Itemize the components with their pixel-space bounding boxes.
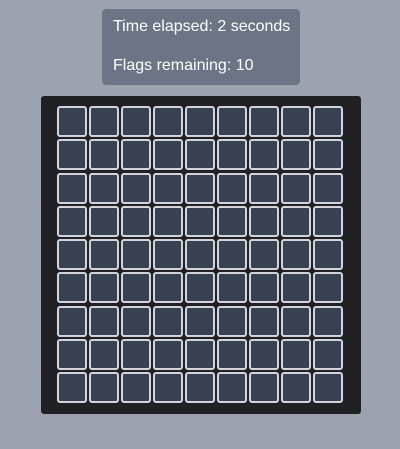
board-cell[interactable] <box>249 139 279 171</box>
board-cell[interactable] <box>281 338 311 370</box>
board-cell[interactable] <box>249 338 279 370</box>
board-cell[interactable] <box>217 272 247 304</box>
board-cell[interactable] <box>121 239 151 270</box>
board-cell[interactable] <box>153 239 183 270</box>
board-cell[interactable] <box>281 139 311 171</box>
board-cell[interactable] <box>89 338 119 370</box>
board-cell[interactable] <box>249 272 279 304</box>
board-cell[interactable] <box>281 272 311 304</box>
board-cell[interactable] <box>153 272 183 304</box>
board-cell[interactable] <box>153 139 183 171</box>
board-cell[interactable] <box>313 172 343 204</box>
board-cell[interactable] <box>153 338 183 370</box>
board-cell[interactable] <box>89 139 119 171</box>
board-cell[interactable] <box>153 106 183 137</box>
board-cell[interactable] <box>185 305 215 337</box>
board-cell[interactable] <box>153 372 183 403</box>
board-cell[interactable] <box>281 106 311 137</box>
board-cell[interactable] <box>185 372 215 403</box>
board-cell[interactable] <box>57 205 87 237</box>
board-cell[interactable] <box>313 338 343 370</box>
board-cell[interactable] <box>249 305 279 337</box>
time-elapsed-text: Time elapsed: 2 seconds <box>113 18 291 35</box>
board-cell[interactable] <box>57 305 87 337</box>
board-cell[interactable] <box>217 239 247 270</box>
board-cell[interactable] <box>57 272 87 304</box>
board-cell[interactable] <box>281 172 311 204</box>
board-cell[interactable] <box>121 172 151 204</box>
board-cell[interactable] <box>217 172 247 204</box>
board-cell[interactable] <box>153 205 183 237</box>
board-cell[interactable] <box>121 106 151 137</box>
board-cell[interactable] <box>185 272 215 304</box>
board-cell[interactable] <box>313 305 343 337</box>
board-cell[interactable] <box>217 139 247 171</box>
board-cell[interactable] <box>313 272 343 304</box>
board-cell[interactable] <box>185 205 215 237</box>
board-cell[interactable] <box>249 106 279 137</box>
cell-grid <box>57 106 347 403</box>
board-cell[interactable] <box>249 205 279 237</box>
board-cell[interactable] <box>249 172 279 204</box>
board-cell[interactable] <box>217 372 247 403</box>
board-cell[interactable] <box>57 139 87 171</box>
board-cell[interactable] <box>153 172 183 204</box>
board-cell[interactable] <box>217 338 247 370</box>
board-cell[interactable] <box>89 106 119 137</box>
board-cell[interactable] <box>313 372 343 403</box>
board-cell[interactable] <box>57 106 87 137</box>
flags-remaining-text: Flags remaining: 10 <box>113 57 254 74</box>
minesweeper-board <box>41 96 361 414</box>
status-panel: Time elapsed: 2 seconds Flags remaining:… <box>102 9 300 85</box>
board-cell[interactable] <box>89 305 119 337</box>
board-cell[interactable] <box>57 172 87 204</box>
board-cell[interactable] <box>121 305 151 337</box>
board-cell[interactable] <box>89 372 119 403</box>
board-cell[interactable] <box>249 239 279 270</box>
board-cell[interactable] <box>57 372 87 403</box>
board-cell[interactable] <box>281 305 311 337</box>
board-cell[interactable] <box>313 139 343 171</box>
board-cell[interactable] <box>121 139 151 171</box>
board-cell[interactable] <box>153 305 183 337</box>
board-cell[interactable] <box>121 338 151 370</box>
board-cell[interactable] <box>89 272 119 304</box>
board-cell[interactable] <box>185 239 215 270</box>
board-cell[interactable] <box>121 272 151 304</box>
board-cell[interactable] <box>313 106 343 137</box>
board-cell[interactable] <box>57 338 87 370</box>
board-cell[interactable] <box>185 139 215 171</box>
board-cell[interactable] <box>313 205 343 237</box>
board-cell[interactable] <box>185 338 215 370</box>
board-cell[interactable] <box>185 106 215 137</box>
board-cell[interactable] <box>89 172 119 204</box>
board-cell[interactable] <box>217 205 247 237</box>
board-cell[interactable] <box>89 239 119 270</box>
board-cell[interactable] <box>57 239 87 270</box>
board-cell[interactable] <box>217 106 247 137</box>
board-cell[interactable] <box>185 172 215 204</box>
board-cell[interactable] <box>281 372 311 403</box>
board-cell[interactable] <box>313 239 343 270</box>
board-cell[interactable] <box>281 239 311 270</box>
board-cell[interactable] <box>249 372 279 403</box>
board-cell[interactable] <box>281 205 311 237</box>
board-cell[interactable] <box>121 205 151 237</box>
board-cell[interactable] <box>121 372 151 403</box>
board-cell[interactable] <box>89 205 119 237</box>
board-cell[interactable] <box>217 305 247 337</box>
